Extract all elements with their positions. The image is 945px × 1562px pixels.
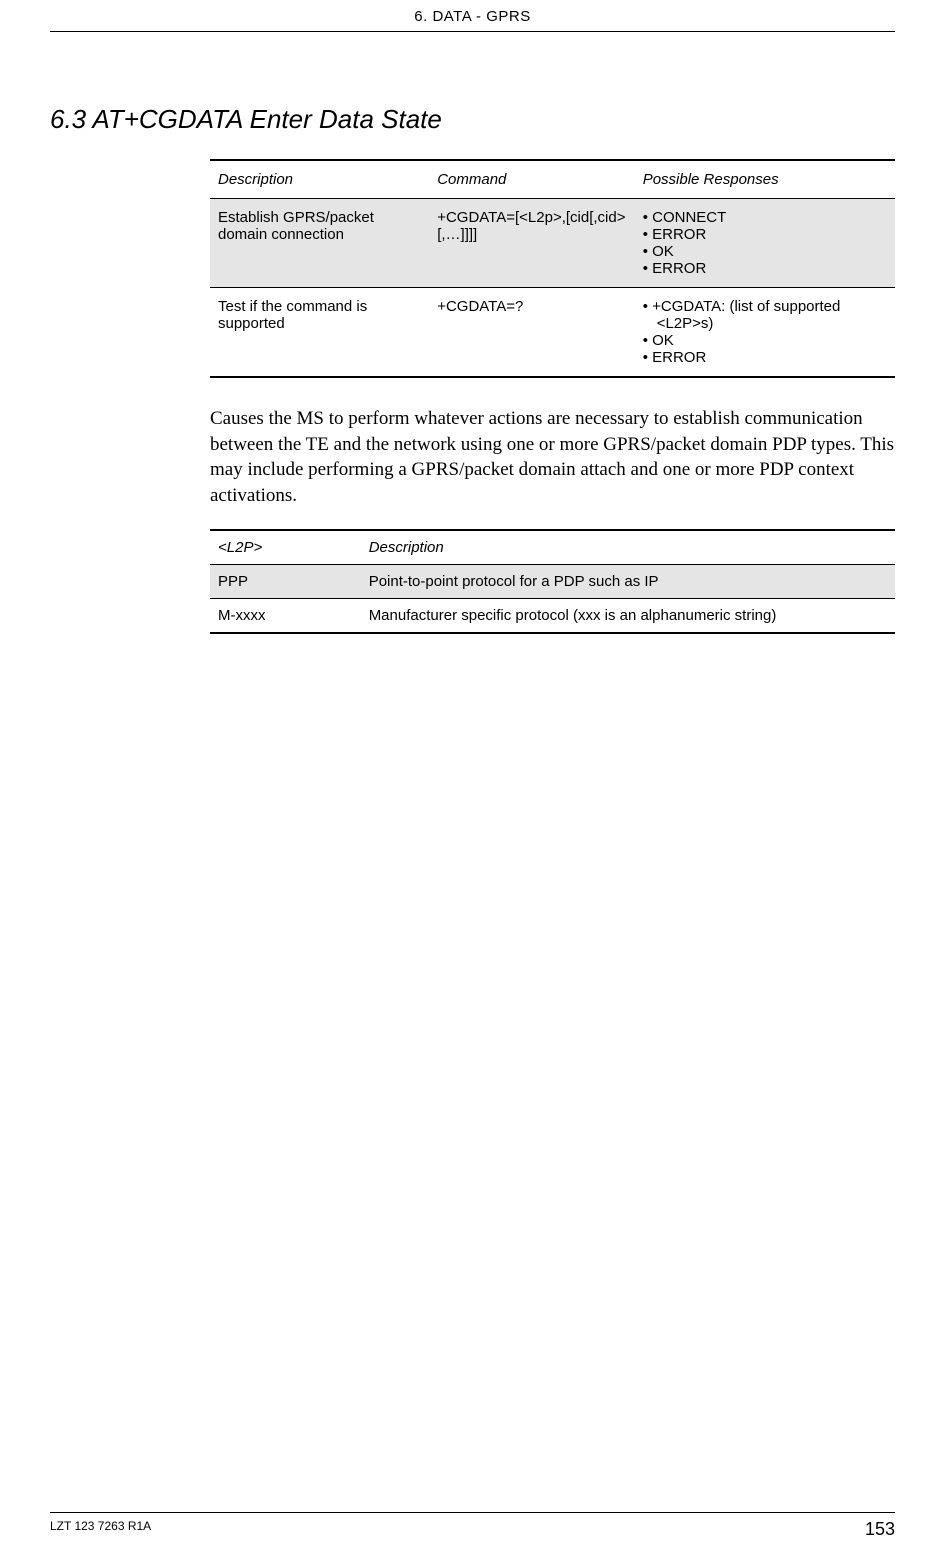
body-paragraph: Causes the MS to perform whatever action… (210, 406, 895, 509)
col-cmd: Command (429, 160, 635, 199)
cell-pdesc: Manufacturer specific protocol (xxx is a… (361, 598, 895, 633)
cell-cmd: +CGDATA=[<L2p>,[cid[,cid>[,…]]]] (429, 199, 635, 288)
resp-item: ERROR (657, 226, 887, 243)
table-row: PPP Point-to-point protocol for a PDP su… (210, 564, 895, 598)
doc-id: LZT 123 7263 R1A (50, 1519, 151, 1540)
param-table: <L2P> Description PPP Point-to-point pro… (210, 529, 895, 634)
page-header: 6. DATA - GPRS (50, 0, 895, 32)
page-footer: LZT 123 7263 R1A 153 (50, 1512, 895, 1540)
cell-resp: CONNECT ERROR OK ERROR (635, 199, 895, 288)
resp-item: OK (657, 332, 887, 349)
cell-resp: +CGDATA: (list of supported <L2P>s) OK E… (635, 288, 895, 378)
cell-desc: Establish GPRS/packet domain connection (210, 199, 429, 288)
resp-item: OK (657, 243, 887, 260)
page-number: 153 (865, 1519, 895, 1540)
col-desc: Description (210, 160, 429, 199)
cell-l2p: M-xxxx (210, 598, 361, 633)
resp-item: ERROR (657, 260, 887, 277)
table-row: Test if the command is supported +CGDATA… (210, 288, 895, 378)
cell-cmd: +CGDATA=? (429, 288, 635, 378)
col-resp: Possible Responses (635, 160, 895, 199)
cell-desc: Test if the command is supported (210, 288, 429, 378)
resp-item: +CGDATA: (list of supported <L2P>s) (657, 298, 887, 332)
table-row: M-xxxx Manufacturer specific protocol (x… (210, 598, 895, 633)
section-title: 6.3 AT+CGDATA Enter Data State (50, 104, 895, 135)
command-table: Description Command Possible Responses E… (210, 159, 895, 378)
col-pdesc: Description (361, 530, 895, 565)
resp-item: ERROR (657, 349, 887, 366)
resp-item: CONNECT (657, 209, 887, 226)
col-l2p: <L2P> (210, 530, 361, 565)
cell-pdesc: Point-to-point protocol for a PDP such a… (361, 564, 895, 598)
cell-l2p: PPP (210, 564, 361, 598)
table-row: Establish GPRS/packet domain connection … (210, 199, 895, 288)
